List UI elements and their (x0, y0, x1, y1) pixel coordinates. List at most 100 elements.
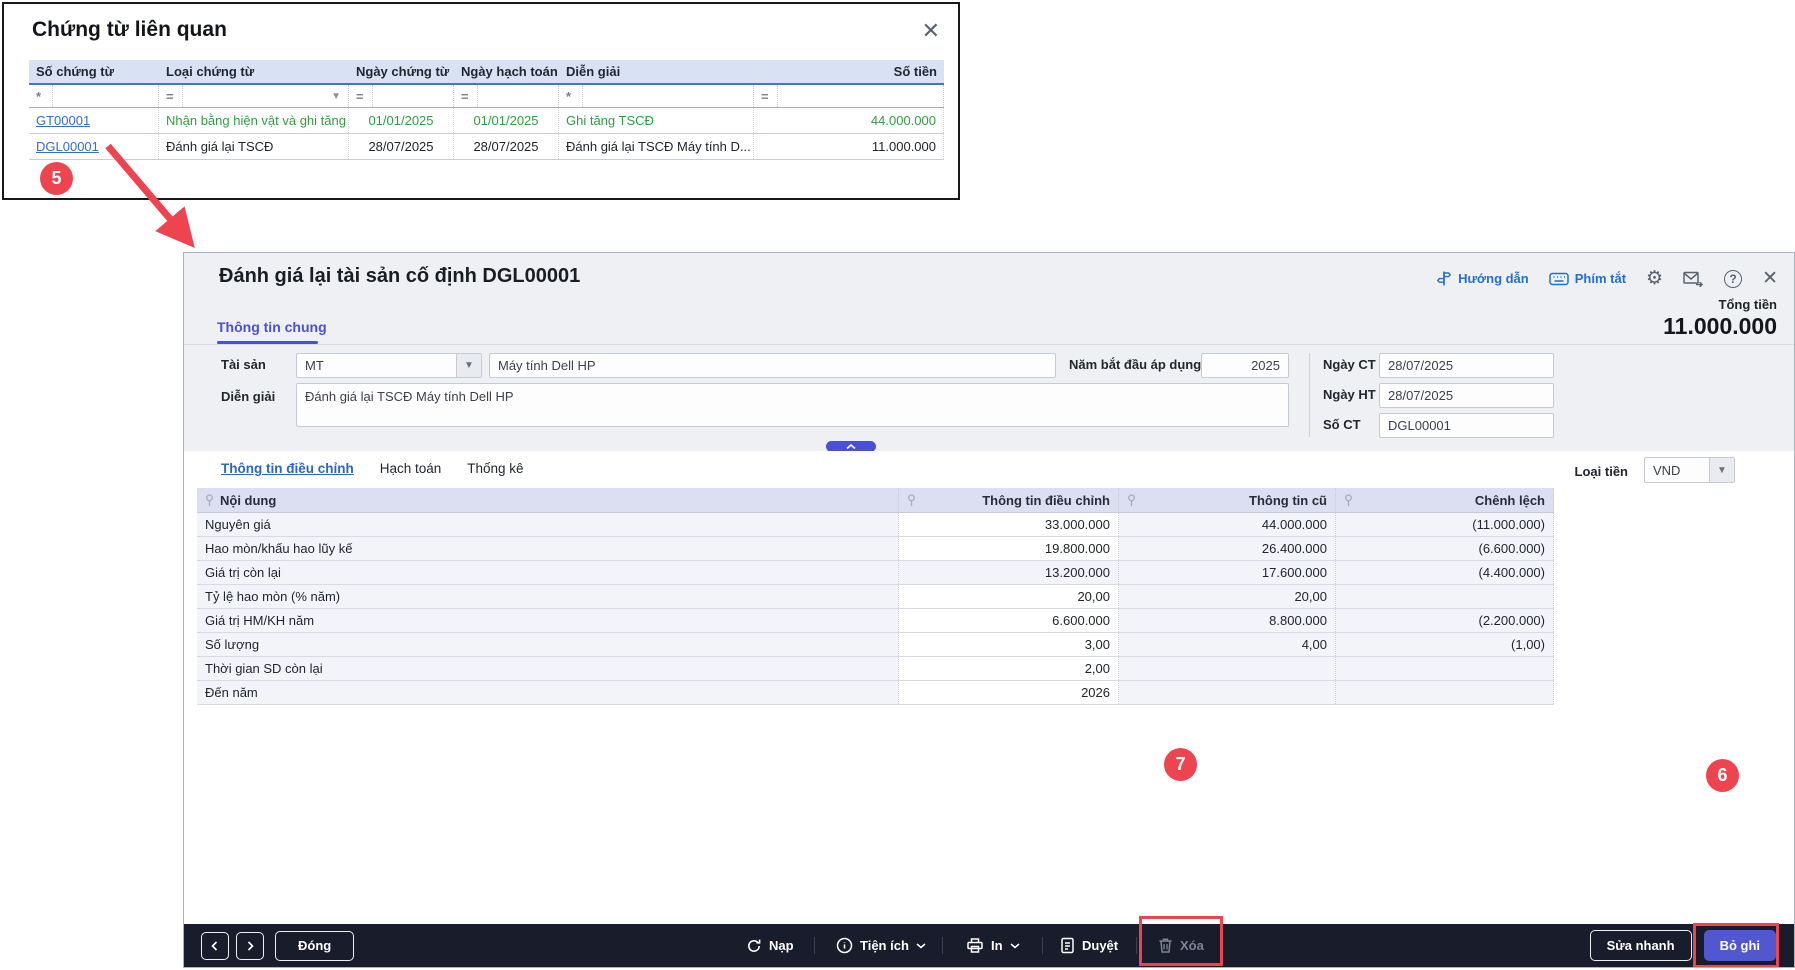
column-header[interactable]: Số tiền (754, 60, 944, 83)
approve-button[interactable]: Duyệt (1060, 924, 1118, 967)
grid-header-row: Nội dung Thông tin điều chỉnh Thông tin cũ… (197, 488, 1554, 513)
currency-select[interactable]: VND ▼ (1644, 457, 1735, 483)
table-cell: 28/07/2025 (349, 134, 454, 159)
grid-column-header[interactable]: Thông tin điều chỉnh (899, 488, 1119, 512)
doc-number-input[interactable]: DGL00001 (1379, 413, 1554, 438)
grid-cell: 20,00 (1119, 585, 1336, 608)
adjusted-value-cell[interactable]: 2,00 (899, 657, 1119, 680)
red-arrow (105, 143, 195, 248)
window-close-icon[interactable]: ✕ (1762, 269, 1778, 288)
subtab[interactable]: Thông tin điều chỉnh (221, 461, 354, 476)
grid-column-header[interactable]: Chênh lệch (1336, 488, 1554, 512)
grid-column-header[interactable]: Nội dung (197, 488, 899, 512)
description-label: Diễn giải (221, 389, 276, 404)
asset-name-input[interactable]: Máy tính Dell HP (489, 353, 1056, 378)
pin-icon[interactable] (1344, 493, 1353, 507)
unpost-button[interactable]: Bỏ ghi (1703, 930, 1776, 961)
asset-label: Tài sản (221, 357, 266, 372)
grid-cell: Nguyên giá (197, 513, 899, 536)
filter-cell[interactable]: = (349, 85, 454, 107)
grid-cell (1336, 681, 1554, 704)
column-header[interactable]: Số chứng từ (29, 60, 159, 83)
filter-cell[interactable]: = ▼ (159, 85, 349, 107)
chevron-down-icon (916, 942, 926, 948)
grid-cell: 17.600.000 (1119, 561, 1336, 584)
help-icon[interactable]: ? (1724, 269, 1743, 288)
filter-operator[interactable]: * (566, 85, 583, 107)
utilities-label: Tiện ích (860, 938, 909, 953)
chevron-down-icon (1010, 942, 1020, 948)
doc-date-input[interactable]: 28/07/2025 (1379, 353, 1554, 378)
document-link[interactable]: GT00001 (36, 113, 90, 128)
column-header[interactable]: Ngày chứng từ (349, 60, 454, 83)
pin-icon[interactable] (205, 493, 214, 507)
chevron-down-icon[interactable]: ▼ (331, 91, 341, 102)
grid-row: Thời gian SD còn lại 2,00 (197, 657, 1554, 681)
pin-icon[interactable] (1127, 493, 1136, 507)
grid-cell (1119, 681, 1336, 704)
grid-column-header[interactable]: Thông tin cũ (1119, 488, 1336, 512)
approve-label: Duyệt (1082, 938, 1119, 953)
table-cell: 01/01/2025 (454, 108, 559, 133)
filter-operator[interactable]: = (166, 85, 183, 107)
document-row[interactable]: GT00001 Nhận bằng hiện vật và ghi tăng 01/… (29, 108, 944, 134)
filter-operator[interactable]: = (356, 85, 373, 107)
filter-cell[interactable]: * (29, 85, 159, 107)
utilities-button[interactable]: Tiện ích (836, 924, 926, 967)
chevron-down-icon[interactable]: ▼ (456, 354, 481, 377)
mail-send-icon[interactable] (1683, 271, 1704, 287)
delete-button[interactable]: Xóa (1158, 924, 1204, 967)
info-circle-icon (836, 937, 853, 954)
gear-icon[interactable]: ⚙ (1646, 269, 1663, 288)
chevron-left-icon (211, 940, 218, 951)
guide-link-label: Hướng dẫn (1458, 271, 1529, 286)
refresh-button[interactable]: Nạp (746, 924, 794, 967)
grid-cell: Hao mòn/khấu hao lũy kế (197, 537, 899, 560)
chevron-down-icon[interactable]: ▼ (1709, 458, 1734, 482)
grid-column-label: Chênh lệch (1474, 492, 1545, 508)
filter-operator[interactable]: = (761, 85, 778, 107)
adjusted-value-cell[interactable]: 33.000.000 (899, 513, 1119, 536)
start-year-label: Năm bắt đầu áp dụng (1069, 357, 1202, 372)
total-amount-label: Tổng tiền (1718, 297, 1778, 312)
adjusted-value-cell[interactable]: 19.800.000 (899, 537, 1119, 560)
next-record-button[interactable] (236, 931, 264, 960)
close-icon[interactable]: ✕ (922, 20, 940, 42)
adjusted-value-cell[interactable]: 20,00 (899, 585, 1119, 608)
pin-icon[interactable] (907, 493, 916, 507)
start-year-input[interactable]: 2025 (1201, 353, 1289, 378)
adjusted-value-cell[interactable]: 3,00 (899, 633, 1119, 656)
table-filter-row: * = ▼ = = * = (29, 85, 944, 108)
tab-thong-tin-chung[interactable]: Thông tin chung (217, 319, 327, 335)
print-button[interactable]: In (966, 924, 1020, 967)
subtab[interactable]: Thống kê (467, 461, 523, 476)
doc-date-label: Ngày CT (1323, 357, 1376, 372)
subtab[interactable]: Hạch toán (380, 461, 442, 476)
adjusted-value-cell[interactable]: 2026 (899, 681, 1119, 704)
shortcut-link-label: Phím tắt (1574, 271, 1627, 286)
asset-code-select[interactable]: MT ▼ (296, 353, 482, 378)
asset-code-value: MT (305, 358, 324, 373)
adjusted-value-cell[interactable]: 6.600.000 (899, 609, 1119, 632)
filter-cell[interactable]: * (559, 85, 754, 107)
step-6-badge: 6 (1706, 759, 1739, 792)
adjusted-value-cell[interactable]: 13.200.000 (899, 561, 1119, 584)
column-header[interactable]: Diễn giải (559, 60, 754, 83)
print-label: In (991, 938, 1003, 953)
grid-row: Nguyên giá 33.000.000 44.000.000 (11.000.00… (197, 513, 1554, 537)
posting-date-input[interactable]: 28/07/2025 (1379, 383, 1554, 408)
close-window-button[interactable]: Đóng (275, 930, 355, 961)
grid-column-label: Nội dung (220, 492, 277, 508)
filter-operator[interactable]: * (36, 85, 53, 107)
filter-cell[interactable]: = (754, 85, 944, 107)
quick-edit-button[interactable]: Sửa nhanh (1589, 930, 1692, 961)
column-header[interactable]: Loại chứng từ (159, 60, 349, 83)
column-header[interactable]: Ngày hạch toán (454, 60, 559, 83)
prev-record-button[interactable] (201, 931, 229, 960)
filter-operator[interactable]: = (461, 85, 478, 107)
guide-link[interactable]: Hướng dẫn (1436, 270, 1529, 287)
filter-cell[interactable]: = (454, 85, 559, 107)
shortcut-link[interactable]: Phím tắt (1548, 271, 1627, 286)
posting-date-label: Ngày HT (1323, 387, 1376, 402)
description-textarea[interactable]: Đánh giá lại TSCĐ Máy tính Dell HP (296, 383, 1289, 427)
